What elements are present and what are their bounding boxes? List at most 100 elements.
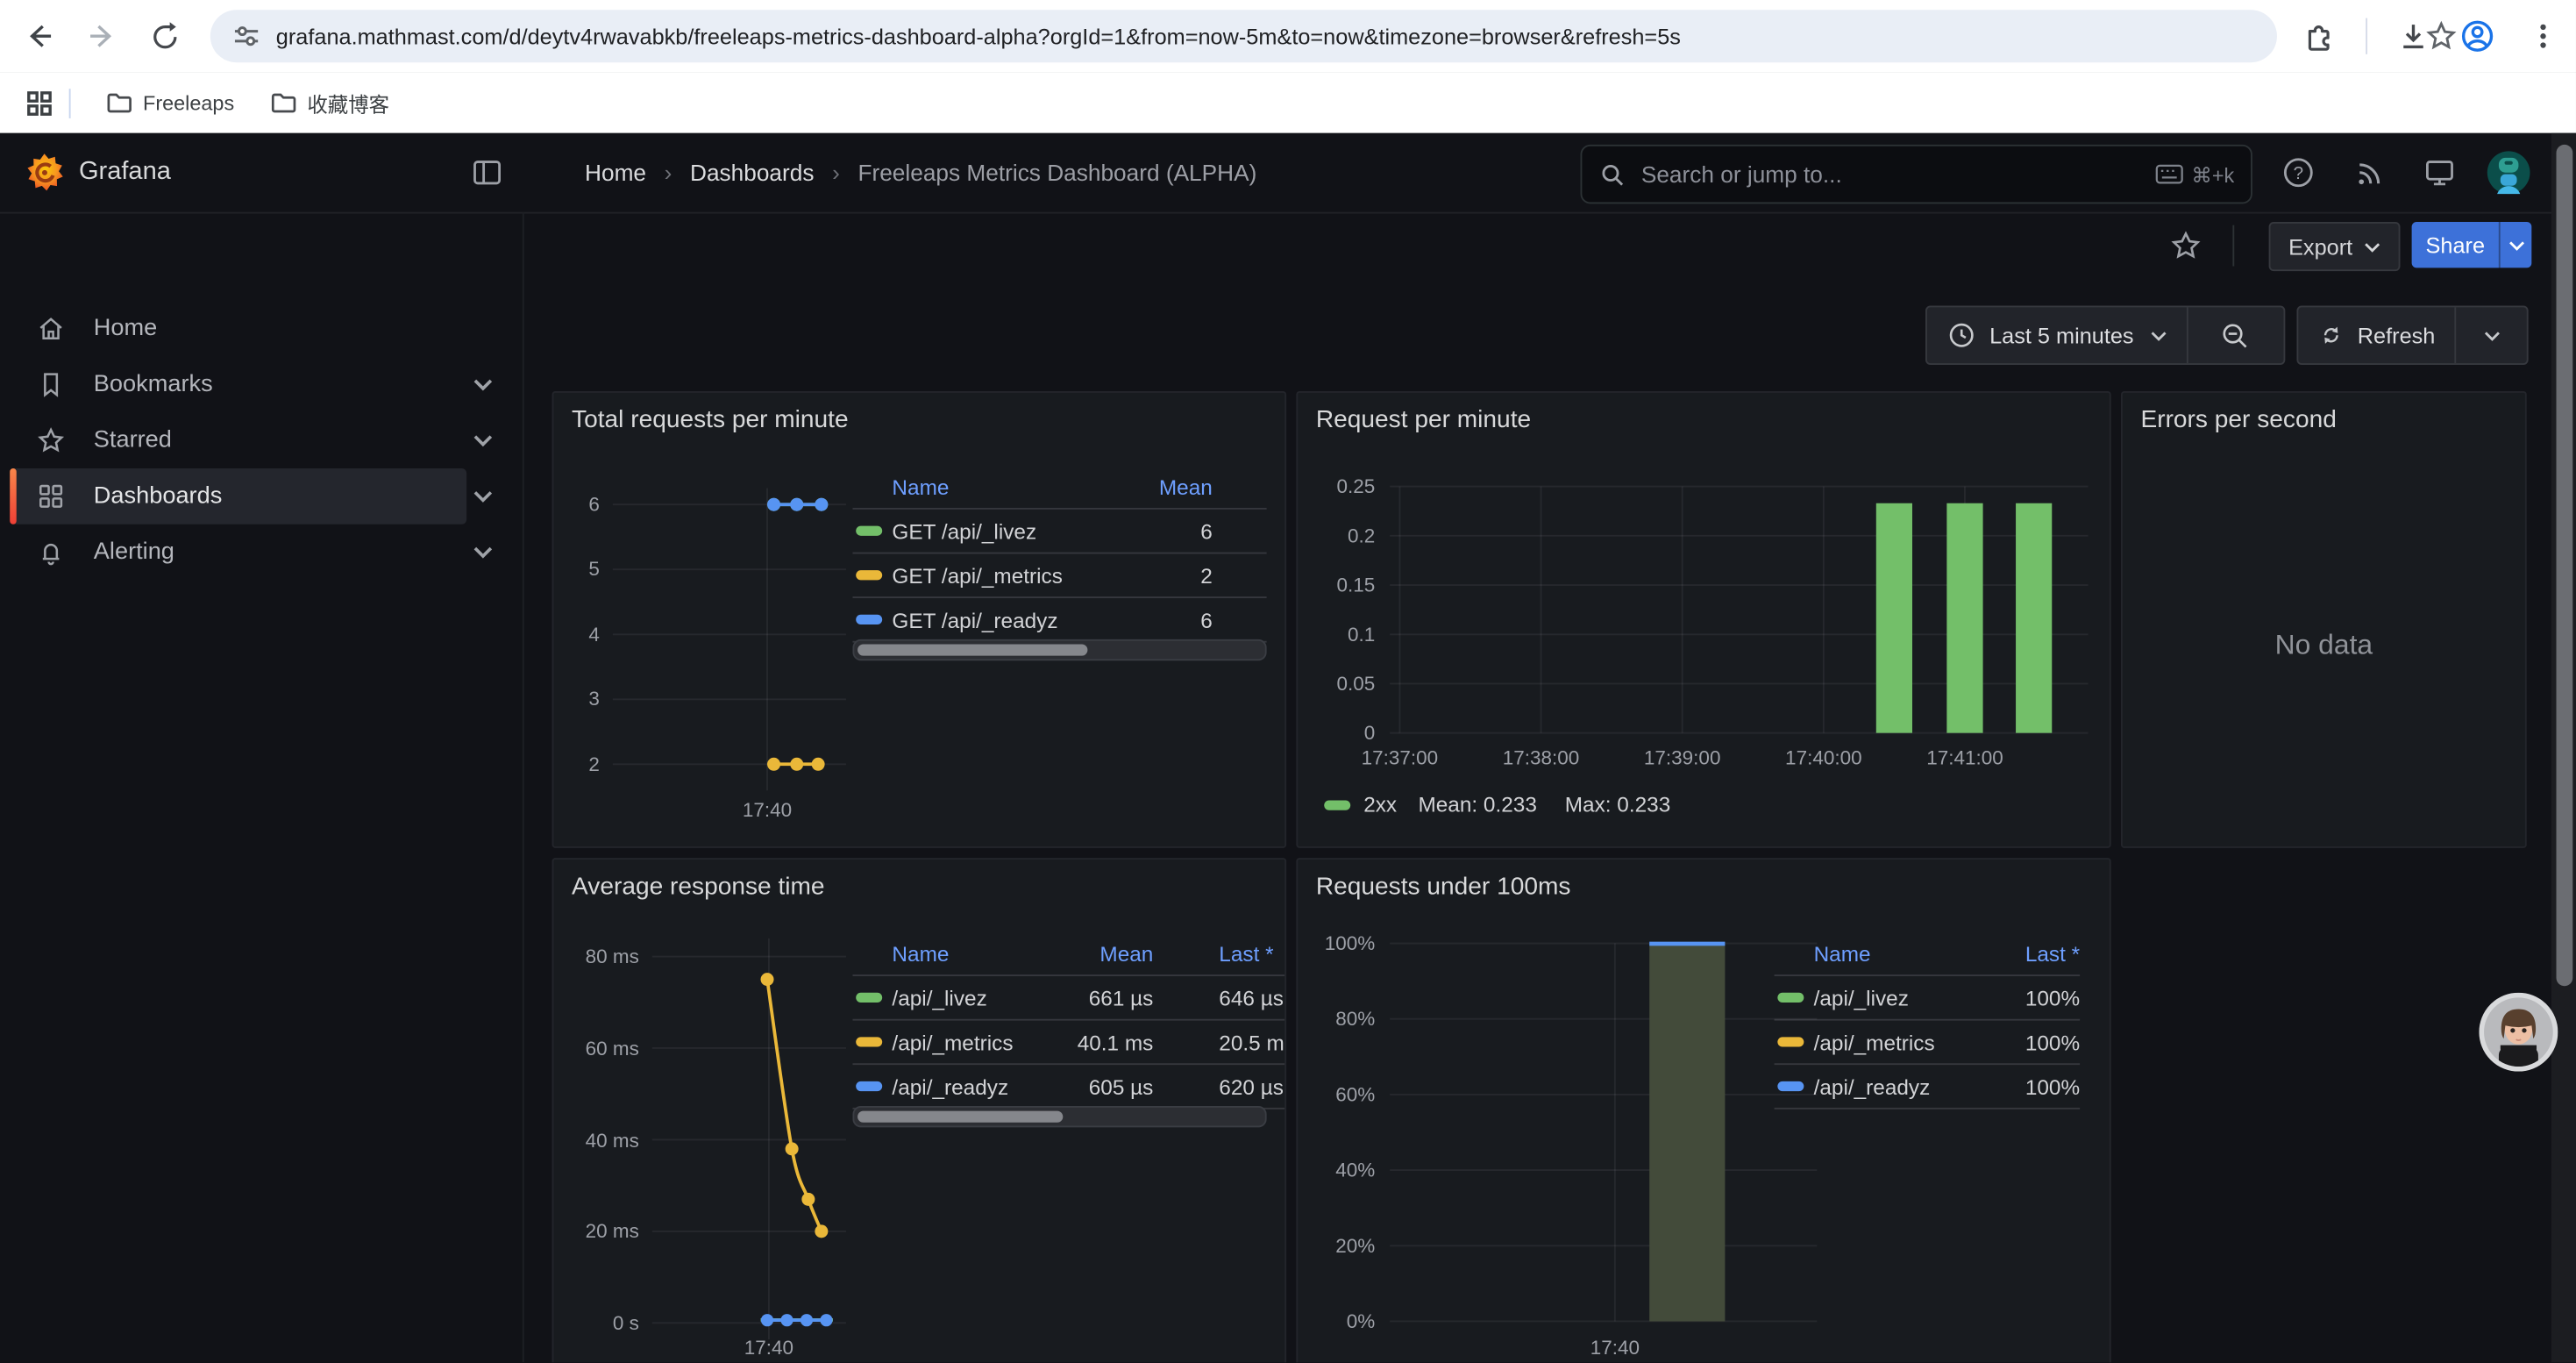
y-tick: 5 <box>553 557 599 580</box>
y-tick: 0.2 <box>1298 525 1375 547</box>
bookmark-folder-blogs[interactable]: 收藏博客 <box>256 82 402 124</box>
zoom-out-icon[interactable] <box>2222 321 2250 349</box>
y-tick: 20% <box>1298 1234 1375 1257</box>
legend-row[interactable]: GET /api/_livez 6 <box>852 508 1266 553</box>
kiosk-monitor-icon[interactable] <box>2422 154 2458 190</box>
reload-icon[interactable] <box>145 17 184 56</box>
search-placeholder: Search or jump to... <box>1641 161 1842 188</box>
series-last: 620 µs <box>1153 1074 1284 1098</box>
control-divider <box>2187 307 2188 363</box>
legend-row[interactable]: /api/_metrics 40.1 ms 20.5 ms <box>852 1019 1284 1064</box>
help-icon[interactable]: ? <box>2281 154 2316 190</box>
panel-title[interactable]: Errors per second <box>2140 406 2336 434</box>
chevron-down-icon[interactable] <box>473 375 493 394</box>
breadcrumb: Home › Dashboards › Freeleaps Metrics Da… <box>585 133 1256 212</box>
no-data-message: No data <box>2123 630 2525 662</box>
legend-header-name[interactable]: Name <box>1814 941 1975 966</box>
series-mean: 6 <box>1124 518 1213 543</box>
legend-scrollbar[interactable] <box>852 1106 1266 1127</box>
share-button[interactable]: Share <box>2412 222 2499 268</box>
y-tick: 0.15 <box>1298 574 1375 596</box>
control-divider <box>2455 307 2457 363</box>
sidebar-item-bookmarks[interactable]: Bookmarks <box>10 357 466 413</box>
search-input[interactable]: Search or jump to... ⌘+k <box>1581 145 2252 203</box>
chevron-down-icon[interactable] <box>473 431 493 450</box>
time-range-label[interactable]: Last 5 minutes <box>1989 323 2134 347</box>
series-color-pill <box>1777 993 1804 1003</box>
export-button[interactable]: Export <box>2269 222 2401 271</box>
y-tick: 0 <box>1298 722 1375 745</box>
back-icon[interactable] <box>19 17 59 56</box>
legend-row[interactable]: /api/_readyz 605 µs 620 µs <box>852 1063 1284 1109</box>
series-color-pill <box>856 1037 882 1046</box>
legend-header-last[interactable]: Last * <box>1153 941 1284 966</box>
series-name[interactable]: /api/_metrics <box>892 1030 1056 1054</box>
share-label: Share <box>2426 232 2486 257</box>
breadcrumb-home[interactable]: Home <box>585 160 646 186</box>
search-shortcut: ⌘+k <box>2155 162 2234 187</box>
user-avatar[interactable] <box>2486 150 2531 196</box>
legend-row[interactable]: /api/_livez 661 µs 646 µs <box>852 974 1284 1019</box>
browser-menu-icon[interactable] <box>2523 17 2563 56</box>
legend-header-name[interactable]: Name <box>892 941 1056 966</box>
apps-grid-icon[interactable] <box>19 84 59 124</box>
series-name[interactable]: /api/_readyz <box>1814 1074 1975 1098</box>
series-name[interactable]: /api/_livez <box>1814 985 1975 1010</box>
profile-icon[interactable] <box>2458 17 2497 56</box>
series-mean: Mean: 0.233 <box>1418 792 1536 817</box>
page-scrollbar-thumb[interactable] <box>2557 145 2573 986</box>
news-rss-icon[interactable] <box>2351 154 2387 190</box>
url-text[interactable]: grafana.mathmast.com/d/deytv4rwavabkb/fr… <box>276 24 2215 48</box>
y-tick: 3 <box>553 687 599 710</box>
series-mean: 40.1 ms <box>1057 1030 1154 1054</box>
sidebar-item-home[interactable]: Home <box>10 301 466 357</box>
series-name[interactable]: GET /api/_livez <box>892 518 1123 543</box>
legend-scrollbar[interactable] <box>852 639 1266 660</box>
breadcrumb-dashboards[interactable]: Dashboards <box>690 160 814 186</box>
forward-icon[interactable] <box>82 17 122 56</box>
sidebar-toggle-icon[interactable] <box>473 160 502 186</box>
series-color-pill <box>1324 800 1350 810</box>
chevron-down-icon[interactable] <box>473 487 493 506</box>
legend-row[interactable]: /api/_readyz 100% <box>1775 1063 2081 1109</box>
legend-header-last[interactable]: Last * <box>1975 941 2080 966</box>
series-last: 100% <box>1975 985 2080 1010</box>
series-name[interactable]: /api/_metrics <box>1814 1030 1975 1054</box>
series-name[interactable]: /api/_readyz <box>892 1074 1056 1098</box>
sidebar-item-label: Alerting <box>94 539 174 566</box>
legend-row[interactable]: /api/_metrics 100% <box>1775 1019 2081 1064</box>
bookmark-folder-freeleaps[interactable]: Freeleaps <box>92 82 247 124</box>
chevron-down-icon[interactable] <box>2483 330 2500 341</box>
url-bar[interactable]: grafana.mathmast.com/d/deytv4rwavabkb/fr… <box>210 10 2277 62</box>
legend-header-mean[interactable]: Mean <box>1057 941 1154 966</box>
y-tick: 6 <box>553 493 599 516</box>
y-tick: 100% <box>1298 931 1375 954</box>
legend-header-name[interactable]: Name <box>892 475 1123 499</box>
legend-row[interactable]: GET /api/_readyz 6 <box>852 596 1266 642</box>
grafana-logo[interactable] <box>23 151 66 194</box>
series-color-pill <box>856 526 882 536</box>
panel-errors-per-second: Errors per second No data <box>2121 391 2527 848</box>
refresh-label[interactable]: Refresh <box>2358 323 2436 347</box>
series-name[interactable]: GET /api/_readyz <box>892 607 1123 632</box>
sidebar-item-starred[interactable]: Starred <box>10 412 466 468</box>
share-dropdown-button[interactable] <box>2499 222 2531 268</box>
series-name[interactable]: 2xx <box>1363 792 1397 817</box>
sidebar-item-dashboards[interactable]: Dashboards <box>10 468 466 525</box>
legend-row[interactable]: GET /api/_metrics 2 <box>852 553 1266 597</box>
y-tick: 80 ms <box>553 945 638 967</box>
chevron-down-icon[interactable] <box>2150 330 2167 341</box>
series-name[interactable]: /api/_livez <box>892 985 1056 1010</box>
legend-header-mean[interactable]: Mean <box>1124 475 1213 499</box>
floating-avatar[interactable] <box>2479 993 2558 1072</box>
legend-row[interactable]: /api/_livez 100% <box>1775 974 2081 1019</box>
download-icon[interactable] <box>2394 17 2433 56</box>
site-settings-icon[interactable] <box>230 19 262 52</box>
series-name[interactable]: GET /api/_metrics <box>892 563 1123 588</box>
dashboard-star-icon[interactable] <box>2170 230 2202 261</box>
series-last: 100% <box>1975 1074 2080 1098</box>
grafana-brand[interactable]: Grafana <box>79 158 171 188</box>
sidebar-item-alerting[interactable]: Alerting <box>10 525 466 581</box>
extensions-icon[interactable] <box>2298 17 2338 56</box>
chevron-down-icon[interactable] <box>473 542 493 561</box>
